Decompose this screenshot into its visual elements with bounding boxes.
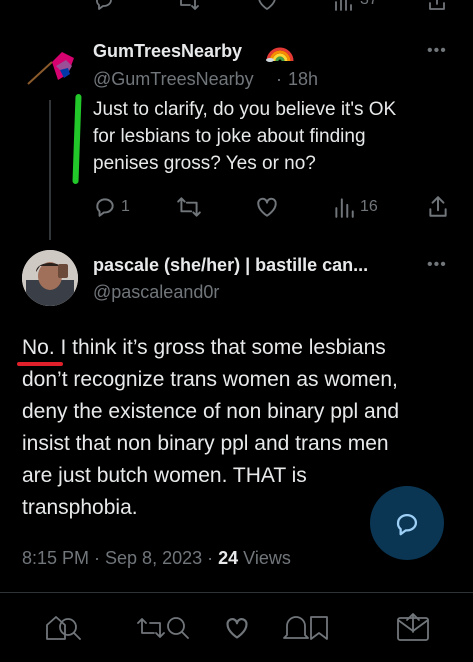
like-icon[interactable] (255, 195, 279, 219)
reply-tweet[interactable]: GumTreesNearby ••• @GumTreesNearby · 18h… (0, 30, 473, 240)
thread-line (49, 100, 51, 240)
tweet-text-line: penises gross? Yes or no? (93, 153, 316, 174)
more-options-icon[interactable]: ••• (427, 256, 447, 274)
like-icon[interactable] (256, 0, 278, 12)
tweet-timestamp: 8:15 PM · Sep 8, 2023 · 24 Views (22, 548, 291, 569)
reply-count: 1 (121, 198, 130, 215)
reply-icon[interactable] (93, 0, 115, 12)
display-name[interactable]: pascale (she/her) | bastille can... (93, 255, 368, 276)
tweet-text-line: deny the existence of non binary ppl and (22, 400, 400, 423)
share-icon[interactable] (427, 195, 449, 219)
rainbow-emoji-icon (266, 39, 294, 68)
views-icon[interactable] (333, 0, 353, 12)
like-icon[interactable] (224, 615, 250, 641)
messages-icon[interactable] (395, 612, 431, 644)
avatar[interactable] (22, 250, 78, 306)
views-count: 16 (360, 198, 378, 215)
bottom-nav (0, 593, 473, 662)
avatar[interactable] (22, 40, 78, 96)
tweet-text-line: for lesbians to joke about finding (93, 126, 366, 147)
profile-photo-icon (22, 250, 78, 306)
handle[interactable]: @pascaleand0r (93, 282, 219, 303)
tweet-text-line: Just to clarify, do you believe it's OK (93, 99, 397, 120)
retweet-icon[interactable] (176, 0, 200, 12)
retweet-icon[interactable] (176, 195, 202, 219)
views-count: 24 (218, 548, 239, 568)
notifications-icon[interactable] (281, 613, 333, 643)
tweet-text-line: No. I think it’s gross that some lesbian… (22, 336, 386, 359)
display-name[interactable]: GumTreesNearby (93, 41, 242, 62)
red-underline-annotation (17, 362, 63, 366)
views-icon[interactable] (333, 195, 355, 219)
share-icon[interactable] (427, 0, 447, 12)
tweet-text-line: don’t recognize trans women as women, (22, 368, 398, 391)
pride-flag-icon (27, 52, 74, 85)
views-label: Views (238, 548, 291, 568)
home-search-icon[interactable] (44, 613, 82, 643)
more-options-icon[interactable]: ••• (427, 42, 447, 60)
top-action-bar: 37 (0, 0, 473, 14)
reply-icon[interactable] (93, 195, 117, 219)
compose-reply-icon (393, 510, 421, 543)
tweet-time[interactable]: 18h (288, 69, 318, 90)
tweet-text-line: insist that non binary ppl and trans men (22, 432, 389, 455)
handle[interactable]: @GumTreesNearby (93, 69, 254, 90)
separator: · (276, 69, 282, 89)
timestamp-text[interactable]: 8:15 PM · Sep 8, 2023 · (22, 548, 218, 568)
views-count-partial: 37 (360, 0, 378, 9)
tweet-text: Just to clarify, do you believe it's OK … (93, 96, 463, 177)
retweet-search-icon[interactable] (136, 613, 192, 643)
green-annotation-mark (72, 93, 82, 185)
